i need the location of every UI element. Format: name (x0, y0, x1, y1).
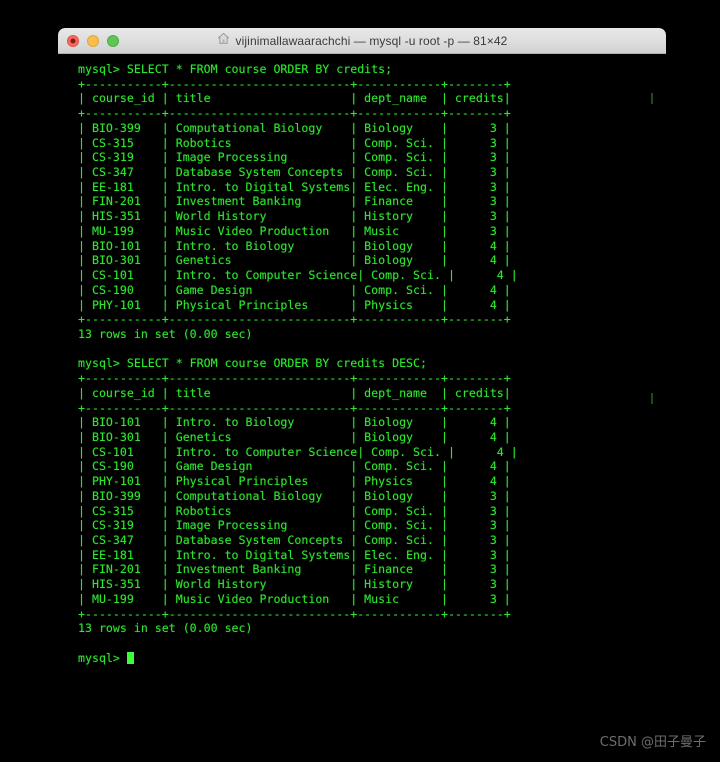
window-title-group: vijinimallawaarachchi — mysql -u root -p… (58, 28, 666, 53)
table-row: | MU-199 | Music Video Production | Musi… (78, 223, 511, 238)
terminal-output: mysql> SELECT * FROM course ORDER BY cre… (58, 62, 666, 665)
table-separator: +-----------+--------------------------+… (78, 312, 511, 327)
table-row: | CS-190 | Game Design | Comp. Sci. | 4 … (78, 282, 511, 297)
table-row: | PHY-101 | Physical Principles | Physic… (78, 474, 511, 489)
terminal-status-line: 13 rows in set (0.00 sec) (78, 621, 253, 636)
table-row: | EE-181 | Intro. to Digital Systems| El… (78, 179, 511, 194)
table-row: | BIO-301 | Genetics | Biology | 4 | (78, 429, 511, 444)
table-separator: +-----------+--------------------------+… (78, 400, 511, 415)
table-separator: +-----------+--------------------------+… (78, 606, 511, 621)
terminal-body[interactable]: mysql> SELECT * FROM course ORDER BY cre… (58, 54, 666, 680)
table-row: | CS-319 | Image Processing | Comp. Sci.… (78, 518, 511, 533)
home-icon (217, 32, 230, 50)
table-separator: +-----------+--------------------------+… (78, 106, 511, 121)
table-separator: +-----------+--------------------------+… (78, 76, 511, 91)
terminal-cursor (126, 651, 134, 664)
minimize-window-button[interactable] (87, 34, 99, 47)
window-titlebar[interactable]: vijinimallawaarachchi — mysql -u root -p… (58, 28, 666, 54)
line-wrap-marker (651, 393, 653, 404)
table-row: | CS-315 | Robotics | Comp. Sci. | 3 | (78, 503, 511, 518)
terminal-status-line: 13 rows in set (0.00 sec) (78, 326, 253, 341)
terminal-command-line: mysql> SELECT * FROM course ORDER BY cre… (78, 62, 393, 76)
watermark: CSDN @田子曼子 (599, 735, 706, 750)
table-row: | FIN-201 | Investment Banking | Finance… (78, 194, 511, 209)
table-row: | BIO-101 | Intro. to Biology | Biology … (78, 238, 511, 253)
table-row: | BIO-101 | Intro. to Biology | Biology … (78, 415, 511, 430)
table-row: | CS-347 | Database System Concepts | Co… (78, 533, 511, 547)
table-row: | CS-101 | Intro. to Computer Science| C… (78, 268, 518, 283)
table-row: | CS-190 | Game Design | Comp. Sci. | 4 … (78, 459, 511, 474)
table-row: | FIN-201 | Investment Banking | Finance… (78, 562, 511, 577)
terminal-prompt-line[interactable]: mysql> (78, 651, 666, 666)
table-row: | CS-315 | Robotics | Comp. Sci. | 3 | (78, 135, 511, 150)
table-row: | EE-181 | Intro. to Digital Systems| El… (78, 547, 511, 562)
table-row: | CS-101 | Intro. to Computer Science| C… (78, 444, 518, 459)
traffic-lights (58, 34, 119, 47)
table-header-row: | course_id | title | dept_name | credit… (78, 385, 511, 400)
window-title-text: vijinimallawaarachchi — mysql -u root -p… (235, 33, 508, 48)
table-row: | BIO-399 | Computational Biology | Biol… (78, 488, 511, 503)
terminal-command-line: mysql> SELECT * FROM course ORDER BY cre… (78, 356, 428, 371)
table-row: | BIO-301 | Genetics | Biology | 4 | (78, 253, 511, 268)
table-header-row: | course_id | title | dept_name | credit… (78, 91, 511, 106)
maximize-window-button[interactable] (107, 34, 119, 47)
line-wrap-marker (651, 93, 653, 104)
terminal-window: vijinimallawaarachchi — mysql -u root -p… (58, 28, 666, 680)
table-separator: +-----------+--------------------------+… (78, 371, 511, 386)
table-row: | CS-347 | Database System Concepts | Co… (78, 165, 511, 180)
terminal-prompt: mysql> (78, 650, 127, 665)
table-row: | BIO-399 | Computational Biology | Biol… (78, 120, 511, 135)
close-window-button[interactable] (67, 34, 79, 47)
table-row: | HIS-351 | World History | History | 3 … (78, 209, 511, 224)
table-row: | MU-199 | Music Video Production | Musi… (78, 591, 511, 606)
table-row: | PHY-101 | Physical Principles | Physic… (78, 297, 511, 312)
table-row: | HIS-351 | World History | History | 3 … (78, 577, 511, 592)
table-row: | CS-319 | Image Processing | Comp. Sci.… (78, 150, 511, 165)
